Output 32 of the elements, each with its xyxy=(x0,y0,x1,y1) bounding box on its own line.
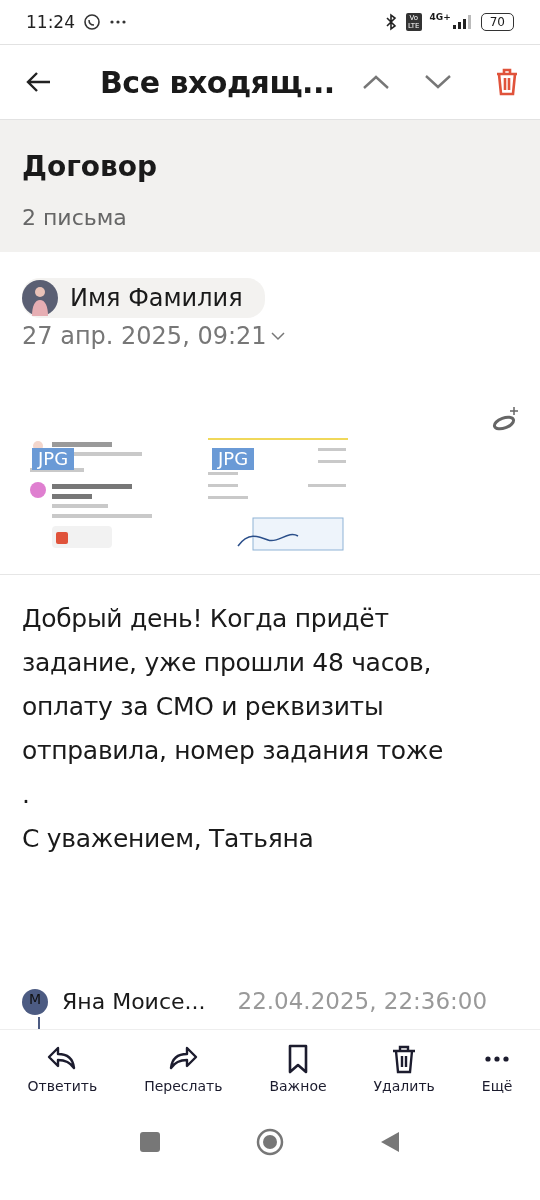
chevron-up-icon[interactable] xyxy=(362,74,390,90)
home-icon[interactable] xyxy=(256,1128,284,1156)
bluetooth-icon xyxy=(383,13,398,31)
message-date: 22.04.2025, 22:36:00 xyxy=(237,988,488,1014)
back-icon[interactable] xyxy=(26,71,52,93)
file-type-badge: JPG xyxy=(32,448,75,470)
more-button[interactable]: Ещё xyxy=(477,1044,517,1114)
expand-icon[interactable] xyxy=(270,331,285,341)
bookmark-button[interactable]: Важное xyxy=(265,1044,331,1114)
message-count: 2 письма xyxy=(22,205,128,230)
more-icon xyxy=(484,1056,511,1062)
avatar-icon xyxy=(22,280,58,316)
forward-button[interactable]: Переслать xyxy=(140,1044,227,1114)
add-reaction-icon[interactable] xyxy=(492,406,520,432)
network-label: 4G+ xyxy=(429,12,451,22)
more-icon xyxy=(109,19,127,25)
chevron-down-icon[interactable] xyxy=(424,74,452,90)
sender-chip[interactable]: Имя Фамилия xyxy=(22,278,265,318)
avatar-circle: М xyxy=(22,989,48,1015)
folder-title: Все входящ... xyxy=(100,64,336,100)
battery-indicator: 70 xyxy=(480,13,514,31)
file-type-badge: JPG xyxy=(212,448,255,470)
message-date: 27 апр. 2025, 09:21 xyxy=(22,322,267,350)
message-body: Добрый день! Когда придёт задание, уже прошли 48 часов, оплату за СМО и реквизиты отправила, номер задания тоже . С уважением, Татьяна xyxy=(21,603,445,855)
delete-button[interactable]: Удалить xyxy=(369,1044,439,1114)
thread-subject: Договор xyxy=(22,150,159,183)
delete-icon[interactable] xyxy=(496,68,518,96)
reply-button[interactable]: Ответить xyxy=(23,1044,102,1114)
sender-name[interactable]: Яна Моисе... xyxy=(62,988,206,1014)
chat-icon xyxy=(83,13,101,31)
signal-icon xyxy=(452,15,473,29)
status-time: 11:24 xyxy=(26,12,75,32)
